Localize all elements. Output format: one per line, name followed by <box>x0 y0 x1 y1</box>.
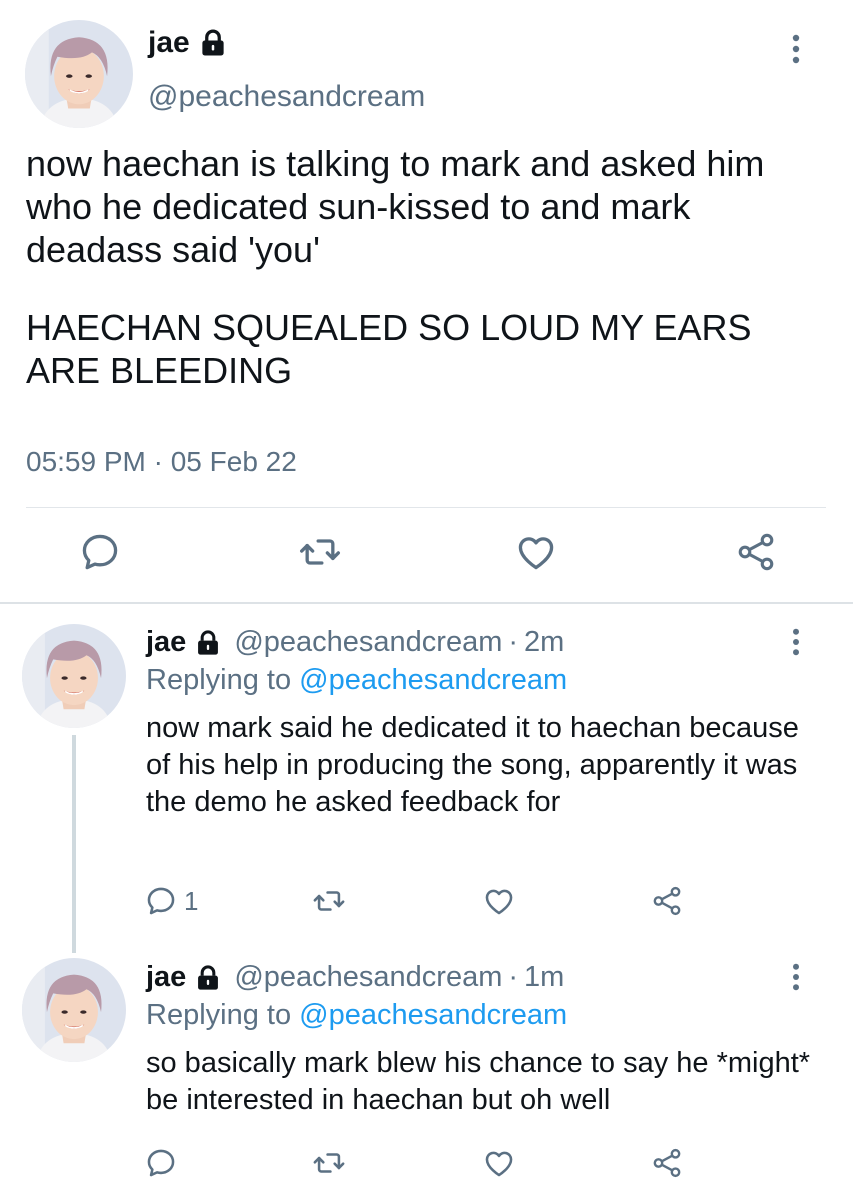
author-handle[interactable]: @peachesandcream <box>148 80 425 114</box>
more-icon[interactable] <box>792 628 800 656</box>
reply-text: so basically mark blew his chance to say… <box>146 1047 811 1116</box>
like-icon[interactable] <box>514 530 558 574</box>
reply-icon <box>144 884 178 918</box>
reply-button[interactable]: 1 <box>144 884 198 918</box>
reply-author-name[interactable]: jae <box>146 626 186 659</box>
replying-mention[interactable]: @peachesandcream <box>299 999 567 1031</box>
reply-header: jae @peachesandcream · 2m <box>146 626 564 659</box>
replying-prefix: Replying to <box>146 664 292 696</box>
retweet-icon[interactable] <box>312 1146 346 1180</box>
like-icon[interactable] <box>482 1146 516 1180</box>
lock-icon <box>194 629 222 657</box>
lock-icon <box>194 964 222 992</box>
tweet-timestamp[interactable]: 05:59 PM · 05 Feb 22 <box>26 446 297 478</box>
tweet-paragraph: now haechan is talking to mark and asked… <box>26 143 765 270</box>
replying-to-line: Replying to @peachesandcream <box>146 664 567 697</box>
author-name: jae <box>148 26 190 59</box>
reply-avatar[interactable] <box>22 958 126 1062</box>
tweet-text: now haechan is talking to mark and asked… <box>26 142 826 427</box>
reply-icon[interactable] <box>78 530 122 574</box>
replying-to-line: Replying to @peachesandcream <box>146 999 567 1032</box>
reply-header: jae @peachesandcream · 1m <box>146 961 564 994</box>
reply-count: 1 <box>184 885 199 916</box>
reply-author-handle[interactable]: @peachesandcream <box>234 961 502 994</box>
tweet-actions <box>0 530 853 590</box>
reply-actions: 1 <box>0 884 853 924</box>
reply-author-name[interactable]: jae <box>146 961 186 994</box>
like-icon[interactable] <box>482 884 516 918</box>
tweet-paragraph: HAECHAN SQUEALED SO LOUD MY EARS ARE BLE… <box>26 307 752 391</box>
author-name-row[interactable]: jae <box>148 26 228 60</box>
more-icon[interactable] <box>792 34 800 64</box>
author-avatar[interactable] <box>25 20 133 128</box>
retweet-icon[interactable] <box>312 884 346 918</box>
reply-avatar[interactable] <box>22 624 126 728</box>
separator-dot: · <box>508 961 519 993</box>
reply-icon[interactable] <box>144 1146 178 1180</box>
reply-text: now mark said he dedicated it to haechan… <box>146 712 799 818</box>
separator-dot: · <box>508 626 519 658</box>
divider <box>26 507 826 508</box>
reply-time[interactable]: 1m <box>524 961 564 994</box>
share-icon[interactable] <box>734 530 778 574</box>
replying-prefix: Replying to <box>146 999 292 1031</box>
lock-icon <box>198 28 228 58</box>
retweet-icon[interactable] <box>298 530 342 574</box>
share-icon[interactable] <box>650 1146 684 1180</box>
share-icon[interactable] <box>650 884 684 918</box>
section-separator <box>0 602 853 604</box>
replying-mention[interactable]: @peachesandcream <box>299 664 567 696</box>
reply-author-handle[interactable]: @peachesandcream <box>234 626 502 659</box>
more-icon[interactable] <box>792 963 800 991</box>
reply-actions <box>0 1146 853 1186</box>
reply-time[interactable]: 2m <box>524 626 564 659</box>
